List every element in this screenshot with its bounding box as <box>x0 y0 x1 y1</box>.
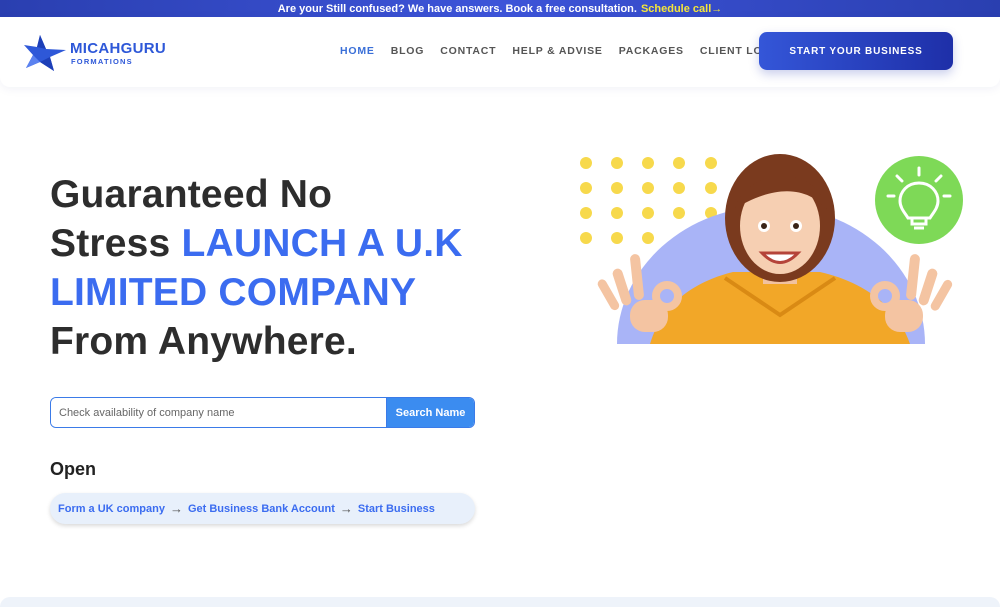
process-steps: Form a UK company → Get Business Bank Ac… <box>50 493 475 524</box>
hero-line-2: Stress LAUNCH A U.K <box>50 219 520 268</box>
hero-illustration <box>580 154 963 344</box>
nav-blog[interactable]: BLOG <box>391 45 425 57</box>
arrow-right-icon: → <box>339 501 353 516</box>
hero-heading: Guaranteed No Stress LAUNCH A U.K LIMITE… <box>50 170 520 366</box>
site-header: MICAHGURU FORMATIONS HOME BLOG CONTACT H… <box>0 17 1000 87</box>
nav-packages[interactable]: PACKAGES <box>619 45 684 57</box>
logo-wordmark: MICAHGURU <box>70 40 167 57</box>
company-name-search: Search Name <box>50 397 475 428</box>
logo-subtitle: FORMATIONS <box>71 57 133 66</box>
step-bank-account[interactable]: Get Business Bank Account <box>188 503 335 515</box>
lightbulb-icon <box>875 156 963 244</box>
start-business-button[interactable]: START YOUR BUSINESS <box>759 32 953 70</box>
nav-contact[interactable]: CONTACT <box>440 45 496 57</box>
open-heading: Open <box>50 459 97 479</box>
company-name-input[interactable] <box>51 398 386 427</box>
announcement-text: Are your Still confused? We have answers… <box>277 2 637 15</box>
search-name-button[interactable]: Search Name <box>386 398 474 427</box>
announcement-bar: Are your Still confused? We have answers… <box>0 0 1000 17</box>
main-nav: HOME BLOG CONTACT HELP & ADVISE PACKAGES… <box>340 45 784 57</box>
hero-line-4: From Anywhere. <box>50 320 357 363</box>
nav-home[interactable]: HOME <box>340 45 375 57</box>
schedule-call-link[interactable]: Schedule call→ <box>641 3 722 15</box>
arrow-right-icon: → <box>169 501 183 516</box>
next-section-edge <box>0 597 1000 607</box>
hero-line-1: Guaranteed No <box>50 173 333 216</box>
hero-line-2-highlight: LAUNCH A U.K <box>181 222 463 265</box>
nav-help-advise[interactable]: HELP & ADVISE <box>512 45 602 57</box>
logo[interactable]: MICAHGURU FORMATIONS <box>24 33 174 73</box>
step-start-business[interactable]: Start Business <box>358 503 435 515</box>
logo-star-icon <box>24 35 66 71</box>
hero-line-3: LIMITED COMPANY <box>50 271 417 314</box>
hero-line-2-plain: Stress <box>50 222 171 265</box>
step-form-company[interactable]: Form a UK company <box>58 503 165 515</box>
